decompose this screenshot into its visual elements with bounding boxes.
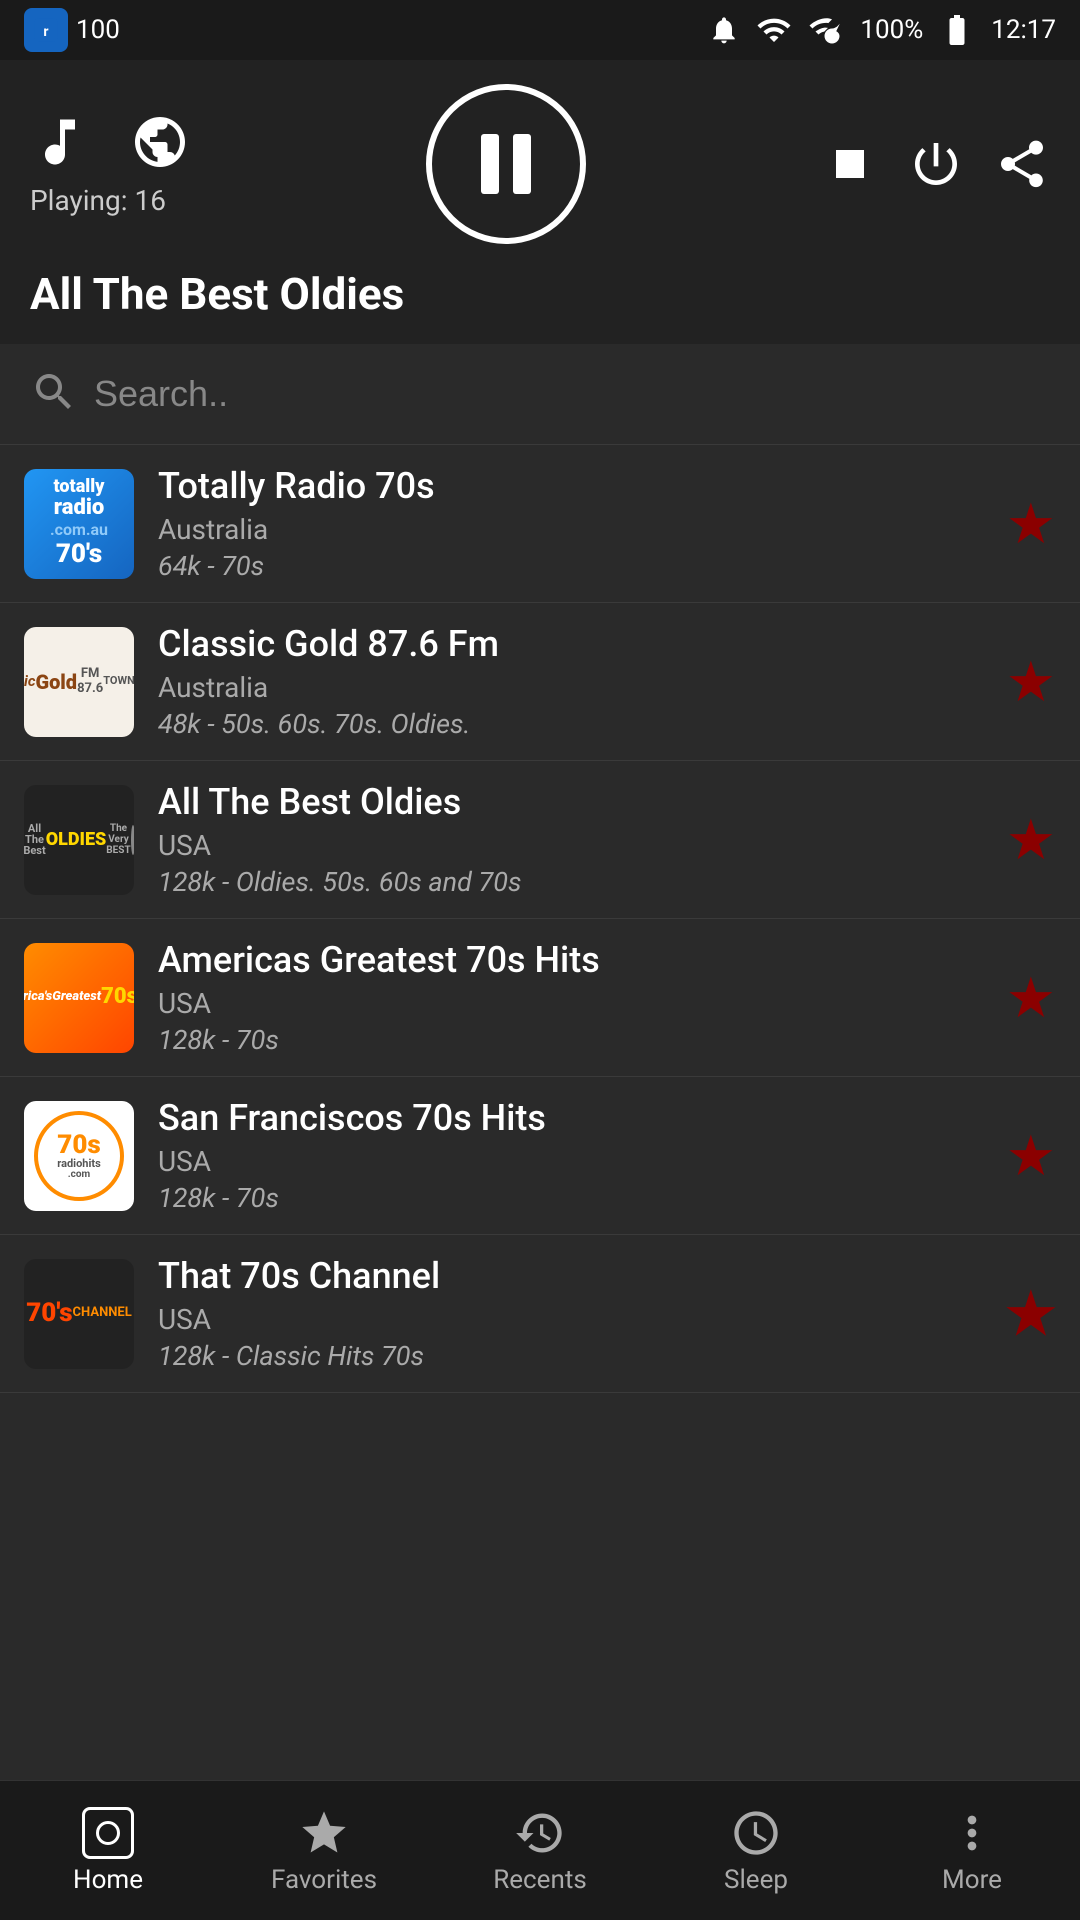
pause-icon bbox=[481, 134, 531, 194]
left-controls: Playing: 16 bbox=[30, 112, 190, 217]
station-info: Totally Radio 70s Australia 64k - 70s bbox=[158, 465, 990, 582]
station-title: Americas Greatest 70s Hits bbox=[158, 939, 990, 981]
content-area: Playing: 16 bbox=[0, 60, 1080, 1780]
current-station-name: All The Best Oldies bbox=[30, 268, 404, 320]
station-logo: All The Best OLDIES The Very BEST bbox=[24, 785, 134, 895]
station-logo: Classic Gold FM 87.6 TOWNSVILLE bbox=[24, 627, 134, 737]
station-title: San Franciscos 70s Hits bbox=[158, 1097, 990, 1139]
station-country: Australia bbox=[158, 513, 990, 546]
station-meta: 128k - Classic Hits 70s bbox=[158, 1340, 990, 1372]
svg-text:r: r bbox=[43, 24, 48, 40]
globe-icon[interactable] bbox=[130, 112, 190, 172]
more-icon bbox=[946, 1807, 998, 1859]
station-country: USA bbox=[158, 829, 990, 862]
app-icon: r bbox=[24, 8, 68, 52]
search-icon-wrap bbox=[30, 368, 78, 420]
station-title: Classic Gold 87.6 Fm bbox=[158, 623, 990, 665]
station-meta: 128k - 70s bbox=[158, 1182, 990, 1214]
station-meta: 128k - Oldies. 50s. 60s and 70s bbox=[158, 866, 990, 898]
playing-label: Playing: 16 bbox=[30, 184, 166, 217]
station-item[interactable]: totally radio .com.au 70's Totally Radio… bbox=[0, 445, 1080, 603]
nav-favorites-label: Favorites bbox=[271, 1865, 377, 1895]
station-info: Classic Gold 87.6 Fm Australia 48k - 50s… bbox=[158, 623, 990, 740]
station-info: All The Best Oldies USA 128k - Oldies. 5… bbox=[158, 781, 990, 898]
station-meta: 128k - 70s bbox=[158, 1024, 990, 1056]
player-header: Playing: 16 bbox=[0, 60, 1080, 344]
wifi-icon bbox=[756, 12, 792, 48]
station-country: USA bbox=[158, 987, 990, 1020]
pause-button[interactable] bbox=[426, 84, 586, 244]
sleep-icon bbox=[730, 1807, 782, 1859]
favorites-icon bbox=[298, 1807, 350, 1859]
status-bar: r 100 100% 12:17 bbox=[0, 0, 1080, 60]
alarm-icon bbox=[708, 14, 740, 46]
favorite-star[interactable]: ★ bbox=[1006, 1281, 1056, 1347]
search-bar bbox=[0, 344, 1080, 445]
signal-icon bbox=[808, 12, 844, 48]
favorite-star[interactable]: ★ bbox=[1006, 965, 1056, 1031]
nav-favorites[interactable]: Favorites bbox=[216, 1807, 432, 1895]
station-title: That 70s Channel bbox=[158, 1255, 990, 1297]
search-icon bbox=[30, 368, 78, 416]
bottom-nav: Home Favorites Recents Sleep More bbox=[0, 1780, 1080, 1920]
right-controls bbox=[822, 136, 1050, 192]
status-number: 100 bbox=[76, 15, 120, 45]
favorite-star[interactable]: ★ bbox=[1006, 649, 1056, 715]
home-icon bbox=[82, 1807, 134, 1859]
battery-level: 100% bbox=[860, 15, 923, 45]
station-list: totally radio .com.au 70's Totally Radio… bbox=[0, 445, 1080, 1780]
station-item[interactable]: Classic Gold FM 87.6 TOWNSVILLE Classic … bbox=[0, 603, 1080, 761]
music-note-icon[interactable] bbox=[30, 112, 90, 172]
station-logo: 70's CHANNEL bbox=[24, 1259, 134, 1369]
nav-home[interactable]: Home bbox=[0, 1807, 216, 1895]
station-info: That 70s Channel USA 128k - Classic Hits… bbox=[158, 1255, 990, 1372]
station-item[interactable]: 70's CHANNEL That 70s Channel USA 128k -… bbox=[0, 1235, 1080, 1393]
status-left: r 100 bbox=[24, 8, 120, 52]
status-right: 100% 12:17 bbox=[708, 12, 1056, 48]
station-logo: totally radio .com.au 70's bbox=[24, 469, 134, 579]
nav-home-label: Home bbox=[73, 1865, 143, 1895]
share-button[interactable] bbox=[994, 136, 1050, 192]
search-input[interactable] bbox=[94, 373, 1050, 415]
nav-sleep-label: Sleep bbox=[724, 1865, 788, 1895]
player-controls-row: Playing: 16 bbox=[30, 84, 1050, 244]
station-info: San Franciscos 70s Hits USA 128k - 70s bbox=[158, 1097, 990, 1214]
left-icons bbox=[30, 112, 190, 172]
power-button[interactable] bbox=[908, 136, 964, 192]
favorite-star[interactable]: ★ bbox=[1006, 807, 1056, 873]
station-title: Totally Radio 70s bbox=[158, 465, 990, 507]
battery-icon bbox=[939, 12, 975, 48]
status-time: 12:17 bbox=[991, 15, 1056, 45]
station-item[interactable]: America's Greatest 70s Hits Americas Gre… bbox=[0, 919, 1080, 1077]
nav-recents[interactable]: Recents bbox=[432, 1807, 648, 1895]
station-logo: 70s radiohits .com bbox=[24, 1101, 134, 1211]
station-info: Americas Greatest 70s Hits USA 128k - 70… bbox=[158, 939, 990, 1056]
nav-more[interactable]: More bbox=[864, 1807, 1080, 1895]
station-item[interactable]: All The Best OLDIES The Very BEST All Th… bbox=[0, 761, 1080, 919]
favorite-star[interactable]: ★ bbox=[1006, 491, 1056, 557]
station-country: Australia bbox=[158, 671, 990, 704]
nav-recents-label: Recents bbox=[493, 1865, 587, 1895]
station-meta: 48k - 50s. 60s. 70s. Oldies. bbox=[158, 708, 990, 740]
recents-icon bbox=[514, 1807, 566, 1859]
nav-sleep[interactable]: Sleep bbox=[648, 1807, 864, 1895]
station-country: USA bbox=[158, 1145, 990, 1178]
nav-more-label: More bbox=[942, 1865, 1002, 1895]
station-meta: 64k - 70s bbox=[158, 550, 990, 582]
station-item[interactable]: 70s radiohits .com San Franciscos 70s Hi… bbox=[0, 1077, 1080, 1235]
favorite-star[interactable]: ★ bbox=[1006, 1123, 1056, 1189]
station-country: USA bbox=[158, 1303, 990, 1336]
stop-button[interactable] bbox=[822, 136, 878, 192]
station-logo: America's Greatest 70s Hits bbox=[24, 943, 134, 1053]
station-title: All The Best Oldies bbox=[158, 781, 990, 823]
